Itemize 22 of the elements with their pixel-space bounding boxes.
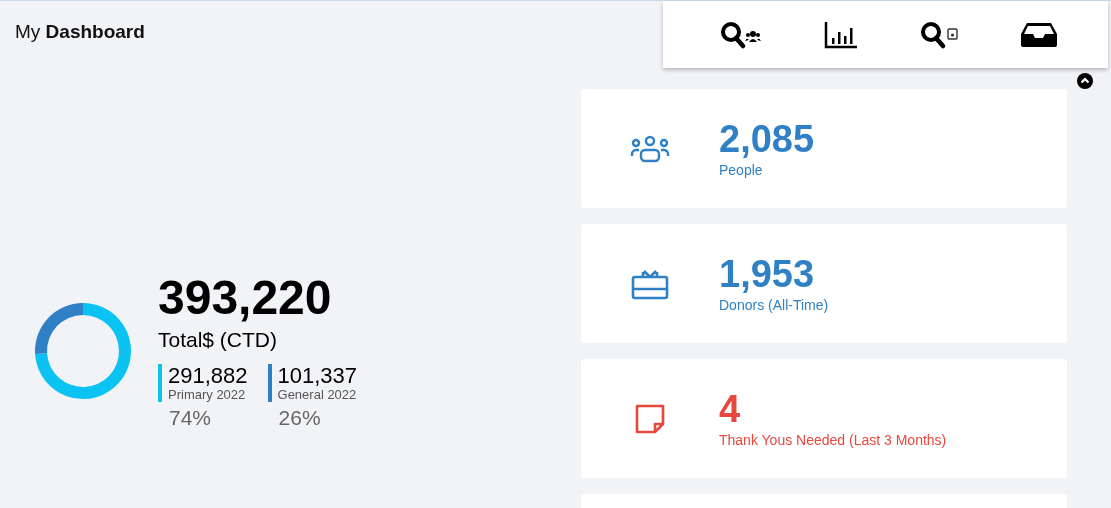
bar-chart-icon[interactable] bbox=[823, 20, 858, 49]
search-floppy-icon[interactable] bbox=[918, 19, 959, 50]
donut-slice bbox=[35, 303, 83, 355]
breakdown-value: 291,882 bbox=[168, 364, 248, 388]
search-people-icon[interactable] bbox=[718, 19, 763, 50]
breakdown-label: General 2022 bbox=[277, 387, 358, 403]
stat-value: 1,953 bbox=[719, 253, 816, 296]
collapse-icon[interactable] bbox=[1077, 73, 1093, 89]
stat-label: People bbox=[719, 162, 764, 179]
total-amount: 393,220 bbox=[158, 271, 333, 325]
stat-value: 2,085 bbox=[719, 118, 815, 161]
page-title: My Dashboard bbox=[15, 21, 145, 43]
breakdown-percent: 74% bbox=[169, 406, 213, 431]
stat-label: Donors (All-Time) bbox=[719, 297, 829, 314]
stat-value: 4 bbox=[719, 388, 742, 431]
total-label: Total$ (CTD) bbox=[158, 328, 279, 353]
breakdown-percent: 26% bbox=[278, 406, 322, 431]
stat-label: Thank Yous Needed (Last 3 Months) bbox=[719, 432, 947, 449]
breakdown-value: 101,337 bbox=[277, 364, 358, 388]
breakdown-label: Primary 2022 bbox=[168, 387, 247, 403]
donut-slice bbox=[35, 303, 131, 399]
inbox-icon[interactable] bbox=[1019, 21, 1058, 48]
